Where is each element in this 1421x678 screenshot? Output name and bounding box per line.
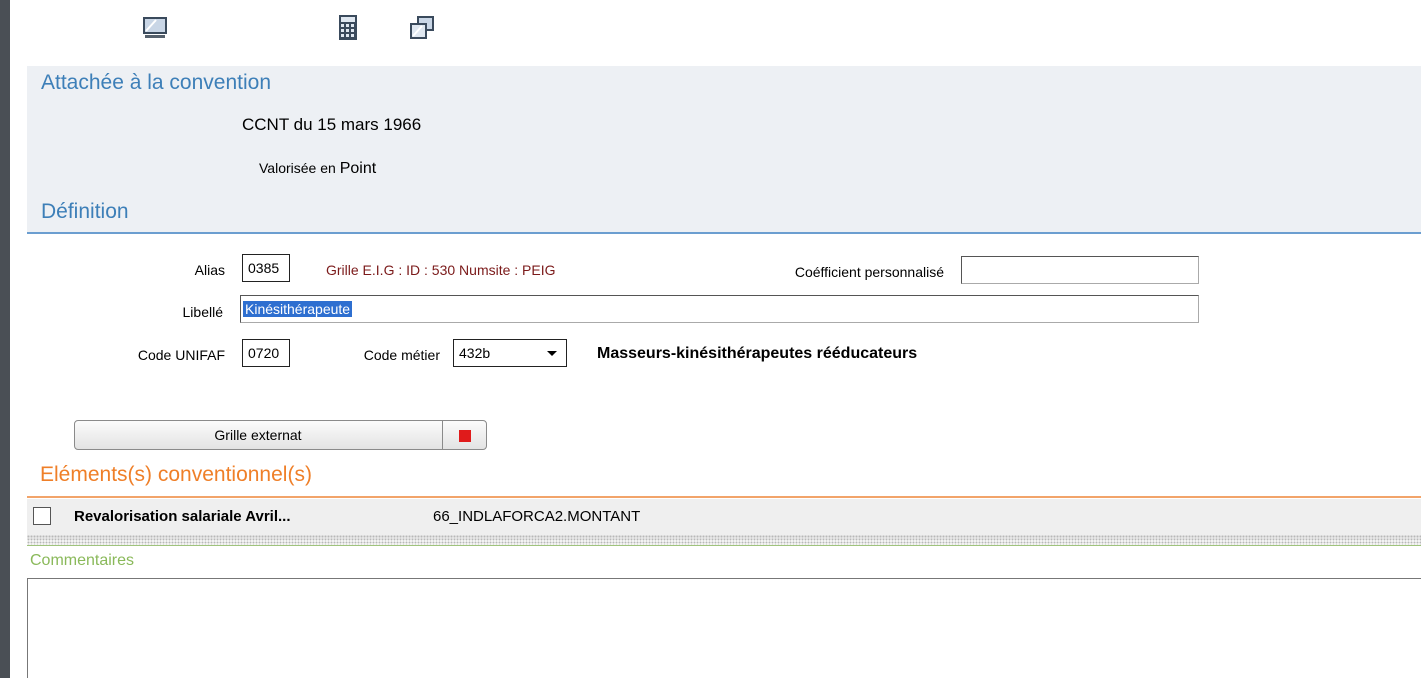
- coef-label: Coéfficient personnalisé: [794, 264, 944, 280]
- unifaf-label: Code UNIFAF: [137, 347, 225, 363]
- windows-icon[interactable]: [408, 14, 436, 42]
- unifaf-field[interactable]: 0720: [242, 339, 290, 367]
- alias-label: Alias: [194, 262, 225, 278]
- libelle-value: Kinésithérapeute: [243, 301, 353, 317]
- libelle-label: Libellé: [182, 304, 223, 320]
- definition-title: Définition: [41, 200, 129, 223]
- commentaires-title: Commentaires: [30, 552, 135, 569]
- element-code: 66_INDLAFORCA2.MONTANT: [433, 508, 641, 525]
- metier-select-value: 432b: [459, 345, 491, 361]
- calculator-icon[interactable]: [334, 14, 362, 42]
- elements-title: Eléments(s) conventionnel(s): [40, 463, 312, 486]
- metier-description: Masseurs-kinésithérapeutes rééducateurs: [597, 345, 918, 362]
- left-window-border: [0, 0, 10, 678]
- metier-label: Code métier: [363, 347, 440, 363]
- valorisee-line: Valorisée en Point: [259, 160, 376, 178]
- definition-separator: [27, 232, 1421, 234]
- coef-field[interactable]: [961, 256, 1199, 284]
- commentaires-textarea[interactable]: [27, 578, 1421, 678]
- grille-info-text: Grille E.I.G : ID : 530 Numsite : PEIG: [326, 262, 556, 278]
- revalorisation-checkbox[interactable]: [33, 507, 51, 525]
- element-label: Revalorisation salariale Avril...: [74, 508, 291, 525]
- monitor-icon[interactable]: [141, 14, 169, 42]
- alias-field[interactable]: 0385: [242, 254, 290, 282]
- libelle-field[interactable]: Kinésithérapeute: [240, 295, 1199, 323]
- status-indicator-icon: [459, 430, 471, 442]
- valorisee-value: Point: [339, 160, 377, 177]
- elements-separator: [27, 496, 1421, 498]
- chevron-down-icon[interactable]: [543, 341, 561, 365]
- grille-externat-button[interactable]: Grille externat: [74, 420, 487, 450]
- convention-name: CCNT du 15 mars 1966: [242, 115, 422, 134]
- button-divider: [442, 421, 443, 449]
- commentaires-separator: [27, 545, 1421, 546]
- valorisee-prefix: Valorisée en: [259, 160, 336, 176]
- attachee-title: Attachée à la convention: [41, 71, 271, 94]
- list-item[interactable]: Revalorisation salariale Avril... 66_IND…: [27, 499, 1421, 539]
- dotted-separator: [27, 535, 1421, 545]
- grille-externat-label: Grille externat: [214, 427, 302, 443]
